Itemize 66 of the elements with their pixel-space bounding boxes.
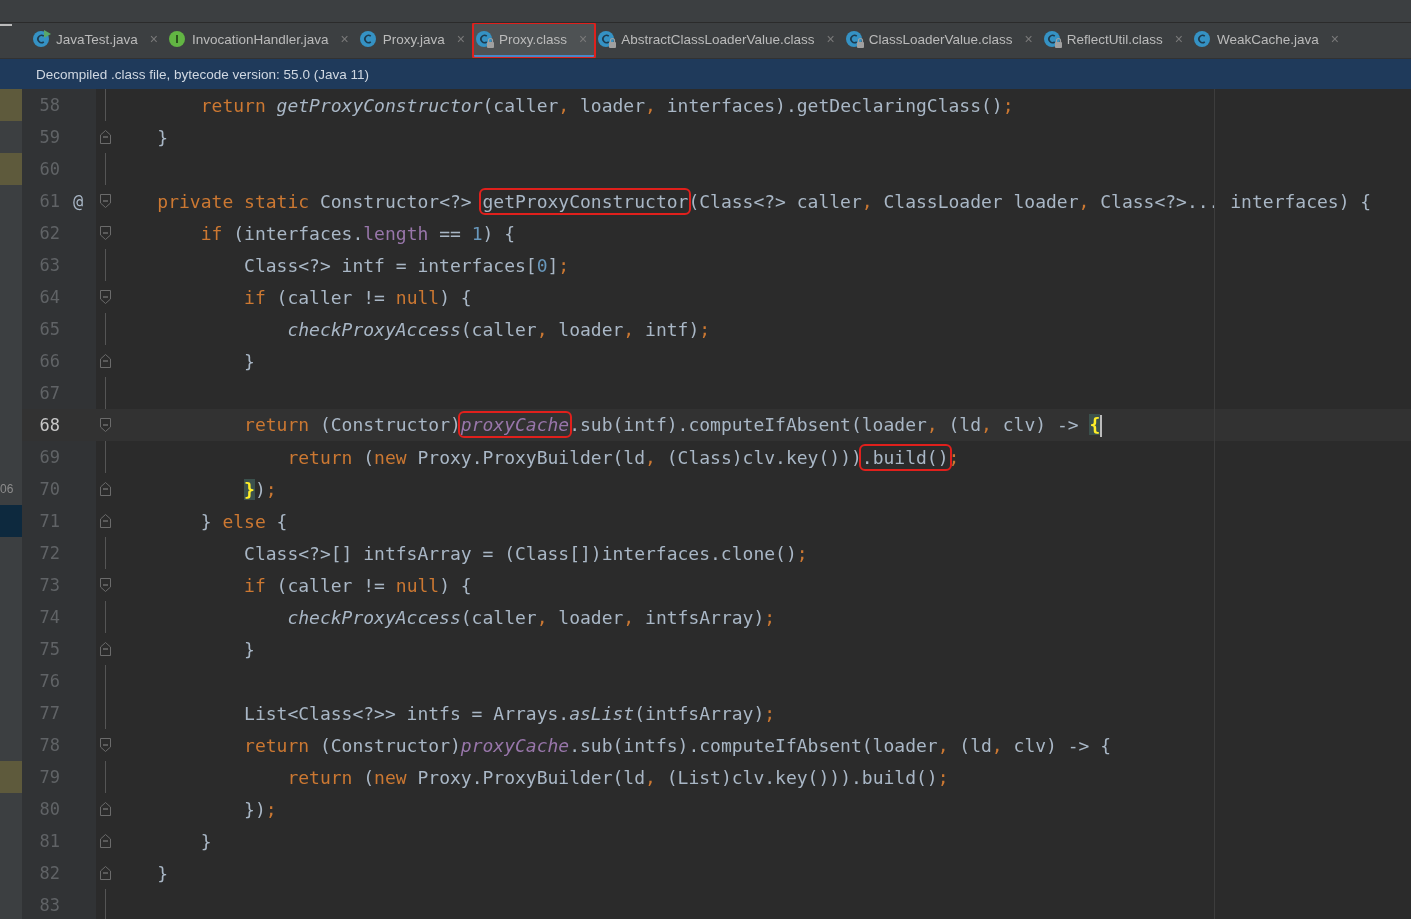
- line-number: 68: [38, 415, 60, 435]
- panel-text: 06: [0, 482, 14, 496]
- fold-marker-icon[interactable]: [99, 418, 111, 432]
- code-line: if (caller != null) {: [243, 574, 472, 596]
- editor-tab[interactable]: ClassLoaderValue.class ×: [842, 23, 1041, 58]
- fold-marker-icon[interactable]: [99, 130, 111, 144]
- editor-tab[interactable]: ReflectUtil.class ×: [1040, 23, 1191, 58]
- class-icon: [1192, 29, 1213, 49]
- editor-tab[interactable]: Proxy.class ×: [473, 23, 596, 58]
- class-icon: [844, 29, 865, 49]
- class-icon: [32, 29, 52, 49]
- code-line: });: [243, 798, 277, 820]
- close-tab-button[interactable]: ×: [1024, 31, 1033, 47]
- close-tab-button[interactable]: ×: [340, 31, 349, 47]
- fold-marker-icon[interactable]: [99, 738, 111, 752]
- fold-marker-icon[interactable]: [99, 866, 111, 880]
- code-line: return (new Proxy.ProxyBuilder(ld, (List)clv.key())).build();: [286, 766, 949, 788]
- code-line: }: [199, 830, 212, 852]
- interface-icon: [168, 29, 188, 49]
- code-line: checkProxyAccess(caller, loader, intfsArray);: [286, 606, 776, 628]
- fold-marker-icon[interactable]: [99, 290, 111, 304]
- fold-marker-icon[interactable]: [99, 354, 111, 368]
- code-line: });: [243, 478, 277, 500]
- code-line: }: [243, 350, 255, 372]
- highlight-box: proxyCache: [460, 413, 570, 435]
- code-line: } else {: [199, 510, 288, 532]
- class-icon: [475, 29, 495, 49]
- code-line: return (new Proxy.ProxyBuilder(ld, (Class)clv.key())).build();: [114, 446, 960, 468]
- editor-tab[interactable]: InvocationHandler.java ×: [166, 23, 357, 58]
- class-icon: [597, 29, 618, 49]
- editor-tab[interactable]: JavaTest.java ×: [30, 23, 166, 58]
- code-line: return getProxyConstructor(caller, loader, interfaces).getDeclaringClass();: [199, 94, 1014, 116]
- editor-tab[interactable]: WeakCache.java ×: [1190, 23, 1347, 58]
- code-line: }: [243, 638, 255, 660]
- close-tab-button[interactable]: ×: [1174, 31, 1183, 47]
- fold-marker-icon[interactable]: [99, 578, 111, 592]
- code-line: }: [156, 862, 169, 884]
- highlight-box: .build(): [861, 446, 949, 468]
- collapse-icon[interactable]: [0, 23, 12, 27]
- notification-text: Decompiled .class file, bytecode version: 55.0 (Java 11): [36, 66, 369, 82]
- fold-marker-icon[interactable]: [99, 514, 111, 528]
- code-line: }: [156, 126, 169, 148]
- fold-marker-icon[interactable]: [99, 802, 111, 816]
- fold-marker-icon[interactable]: [99, 482, 111, 496]
- fold-marker-icon[interactable]: [99, 834, 111, 848]
- fold-marker-icon[interactable]: [99, 226, 111, 240]
- highlight-box: getProxyConstructor: [482, 190, 689, 212]
- code-line: Class<?> intf = interfaces[0];: [243, 254, 570, 276]
- fold-marker-icon[interactable]: [99, 194, 111, 208]
- close-tab-button[interactable]: ×: [149, 31, 158, 47]
- close-tab-button[interactable]: ×: [826, 31, 835, 47]
- editor-tab[interactable]: Proxy.java ×: [356, 23, 473, 58]
- code-line: return (Constructor)proxyCache.sub(intf).computeIfAbsent(loader, (ld, clv) -> {: [114, 413, 1103, 437]
- code-line: List<Class<?>> intfs = Arrays.asList(intfsArray);: [243, 702, 776, 724]
- gutter-mark[interactable]: @: [60, 191, 96, 211]
- close-tab-button[interactable]: ×: [456, 31, 465, 47]
- editor-tab[interactable]: AbstractClassLoaderValue.class ×: [595, 23, 843, 58]
- class-icon: [1042, 29, 1063, 49]
- close-tab-button[interactable]: ×: [1330, 31, 1339, 47]
- code-line: return (Constructor)proxyCache.sub(intfs).computeIfAbsent(loader, (ld, clv) -> {: [243, 734, 1112, 756]
- class-icon: [358, 29, 379, 49]
- code-line: if (interfaces.length == 1) {: [199, 222, 516, 244]
- code-line: if (caller != null) {: [243, 286, 472, 308]
- code-line: Class<?>[] intfsArray = (Class[])interfaces.clone();: [243, 542, 808, 564]
- code-line: checkProxyAccess(caller, loader, intf);: [286, 318, 711, 340]
- fold-marker-icon[interactable]: [99, 642, 111, 656]
